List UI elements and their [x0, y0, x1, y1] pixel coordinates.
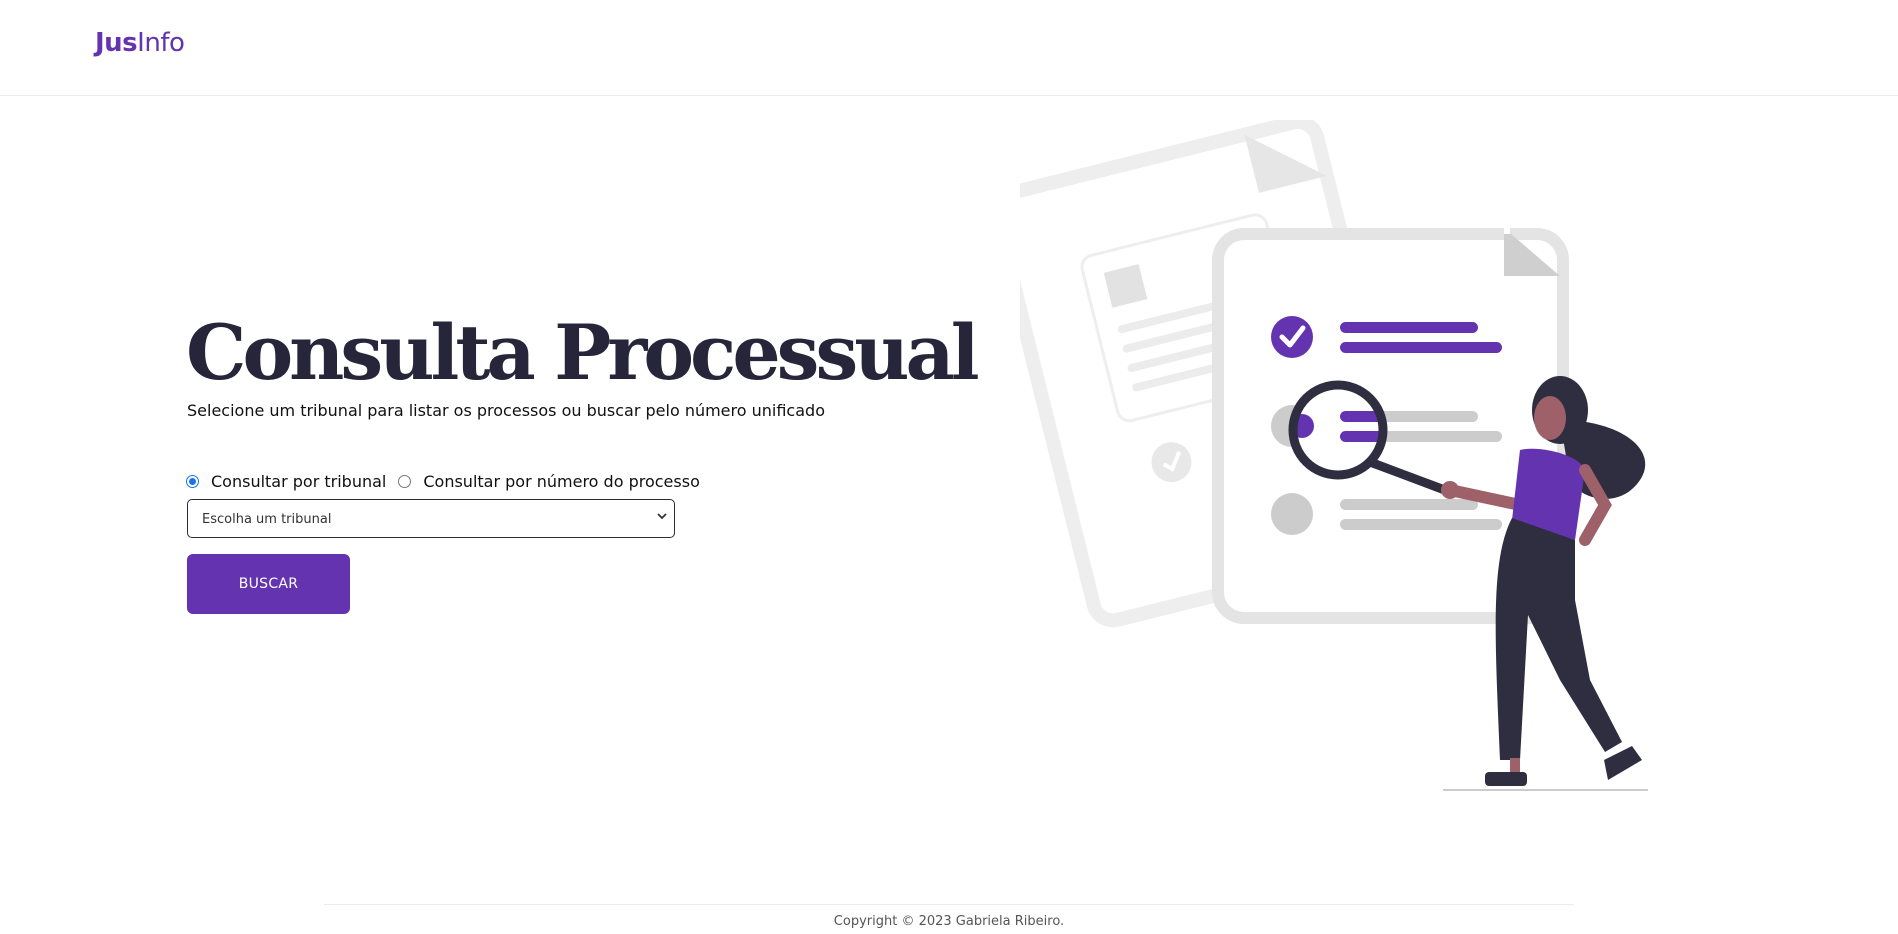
- footer-copyright: Copyright © 2023 Gabriela Ribeiro.: [833, 914, 1065, 929]
- site-header: JusInfo: [0, 0, 1898, 96]
- radio-numero-processo-label[interactable]: Consultar por número do processo: [423, 472, 700, 491]
- page-subtitle: Selecione um tribunal para listar os pro…: [187, 401, 825, 420]
- radio-numero-processo[interactable]: [398, 475, 412, 488]
- page-title: Consulta Processual: [186, 308, 980, 397]
- tribunal-select[interactable]: Escolha um tribunal: [187, 499, 675, 538]
- search-button-label: BUSCAR: [238, 576, 299, 592]
- logo-bold-text: Jus: [95, 28, 138, 58]
- search-mode-group: Consultar por tribunal Consultar por núm…: [186, 472, 712, 491]
- footer-divider: [324, 904, 1574, 905]
- search-button[interactable]: BUSCAR: [187, 554, 350, 614]
- radio-tribunal[interactable]: [186, 475, 199, 488]
- tribunal-select-value: Escolha um tribunal: [202, 512, 332, 527]
- logo[interactable]: JusInfo: [95, 28, 185, 58]
- chevron-down-icon: [657, 513, 667, 520]
- document-search-illustration: [1020, 120, 1648, 791]
- logo-regular-text: Info: [137, 28, 185, 58]
- radio-tribunal-label[interactable]: Consultar por tribunal: [211, 472, 386, 491]
